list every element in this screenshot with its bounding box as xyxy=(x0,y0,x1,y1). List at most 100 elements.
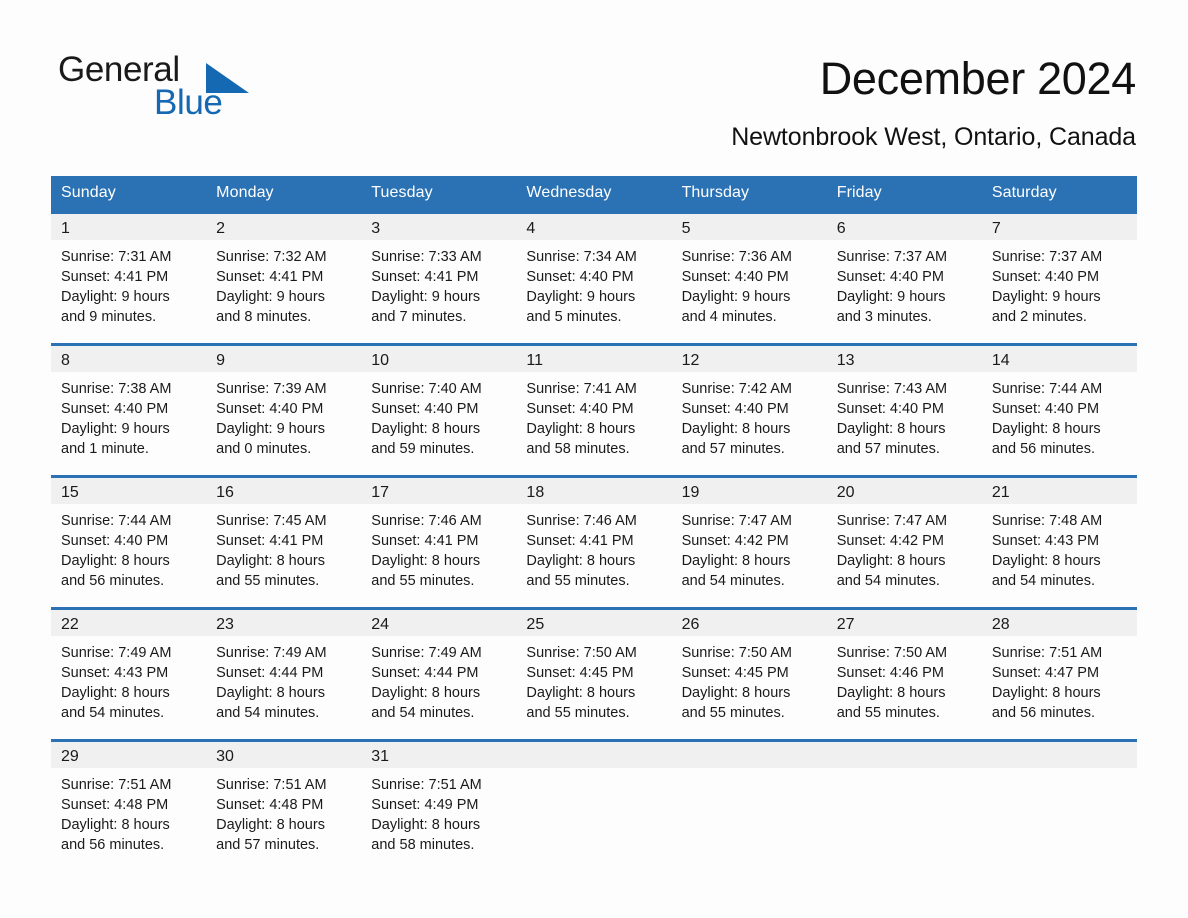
column-header-tuesday: Tuesday xyxy=(361,176,517,213)
day-cell[interactable]: 21 Sunrise: 7:48 AM Sunset: 4:43 PM Dayl… xyxy=(981,475,1137,609)
sunrise-text: Sunrise: 7:46 AM xyxy=(526,513,637,529)
daylight-text-line2: and 54 minutes. xyxy=(61,705,165,721)
column-header-sunday: Sunday xyxy=(51,176,207,213)
day-cell[interactable]: 19 Sunrise: 7:47 AM Sunset: 4:42 PM Dayl… xyxy=(671,475,827,609)
daylight-text-line1: Daylight: 9 hours xyxy=(216,289,325,305)
sunrise-text: Sunrise: 7:47 AM xyxy=(681,513,792,529)
day-number: 7 xyxy=(981,214,1137,240)
daylight-text-line2: and 1 minute. xyxy=(61,441,149,457)
day-cell[interactable]: 10 Sunrise: 7:40 AM Sunset: 4:40 PM Dayl… xyxy=(361,343,517,477)
day-details: Sunrise: 7:48 AM Sunset: 4:43 PM Dayligh… xyxy=(982,504,1137,591)
sunset-text: Sunset: 4:42 PM xyxy=(681,533,789,549)
logo-text-blue: Blue xyxy=(154,83,223,122)
day-cell[interactable]: 27 Sunrise: 7:50 AM Sunset: 4:46 PM Dayl… xyxy=(826,607,982,741)
day-cell[interactable]: 24 Sunrise: 7:49 AM Sunset: 4:44 PM Dayl… xyxy=(361,607,517,741)
day-details: Sunrise: 7:41 AM Sunset: 4:40 PM Dayligh… xyxy=(516,372,671,459)
day-cell[interactable]: 31 Sunrise: 7:51 AM Sunset: 4:49 PM Dayl… xyxy=(361,739,517,873)
daylight-text-line1: Daylight: 8 hours xyxy=(61,817,170,833)
page-subtitle: Newtonbrook West, Ontario, Canada xyxy=(731,123,1136,151)
day-cell[interactable]: 8 Sunrise: 7:38 AM Sunset: 4:40 PM Dayli… xyxy=(51,343,207,477)
sunrise-text: Sunrise: 7:40 AM xyxy=(371,381,482,397)
sunset-text: Sunset: 4:48 PM xyxy=(61,797,169,813)
day-cell[interactable]: 13 Sunrise: 7:43 AM Sunset: 4:40 PM Dayl… xyxy=(826,343,982,477)
day-cell-empty xyxy=(516,739,672,873)
sunset-text: Sunset: 4:40 PM xyxy=(991,269,1100,285)
day-details: Sunrise: 7:50 AM Sunset: 4:46 PM Dayligh… xyxy=(827,636,982,723)
day-cell[interactable]: 4 Sunrise: 7:34 AM Sunset: 4:40 PM Dayli… xyxy=(516,211,672,345)
day-details: Sunrise: 7:50 AM Sunset: 4:45 PM Dayligh… xyxy=(516,636,671,723)
daylight-text-line2: and 7 minutes. xyxy=(371,309,467,325)
day-cell[interactable]: 17 Sunrise: 7:46 AM Sunset: 4:41 PM Dayl… xyxy=(361,475,517,609)
day-cell[interactable]: 16 Sunrise: 7:45 AM Sunset: 4:41 PM Dayl… xyxy=(206,475,362,609)
general-blue-logo[interactable]: General Blue xyxy=(58,50,249,124)
day-number: 4 xyxy=(516,214,672,240)
sunrise-text: Sunrise: 7:41 AM xyxy=(526,381,637,397)
daylight-text-line2: and 55 minutes. xyxy=(526,705,630,721)
day-details: Sunrise: 7:51 AM Sunset: 4:48 PM Dayligh… xyxy=(51,768,206,855)
sunrise-text: Sunrise: 7:44 AM xyxy=(61,513,172,529)
sunset-text: Sunset: 4:40 PM xyxy=(526,269,634,285)
day-cell[interactable]: 18 Sunrise: 7:46 AM Sunset: 4:41 PM Dayl… xyxy=(516,475,672,609)
day-number: 8 xyxy=(51,346,207,372)
sunrise-text: Sunrise: 7:44 AM xyxy=(991,381,1103,397)
day-cell[interactable]: 2 Sunrise: 7:32 AM Sunset: 4:41 PM Dayli… xyxy=(206,211,362,345)
sunrise-text: Sunrise: 7:48 AM xyxy=(991,513,1103,529)
calendar-body: 1 Sunrise: 7:31 AM Sunset: 4:41 PM Dayli… xyxy=(51,211,1137,873)
day-cell[interactable]: 30 Sunrise: 7:51 AM Sunset: 4:48 PM Dayl… xyxy=(206,739,362,873)
day-cell[interactable]: 15 Sunrise: 7:44 AM Sunset: 4:40 PM Dayl… xyxy=(51,475,207,609)
daylight-text-line1: Daylight: 8 hours xyxy=(681,685,791,701)
day-number: 11 xyxy=(516,346,672,372)
day-details: Sunrise: 7:46 AM Sunset: 4:41 PM Dayligh… xyxy=(516,504,671,591)
day-cell[interactable]: 5 Sunrise: 7:36 AM Sunset: 4:40 PM Dayli… xyxy=(671,211,827,345)
daylight-text-line1: Daylight: 8 hours xyxy=(371,817,481,833)
week-row: 8 Sunrise: 7:38 AM Sunset: 4:40 PM Dayli… xyxy=(51,343,1137,477)
sunrise-text: Sunrise: 7:33 AM xyxy=(371,249,482,265)
sunrise-text: Sunrise: 7:49 AM xyxy=(61,645,172,661)
sunrise-text: Sunrise: 7:47 AM xyxy=(836,513,948,529)
day-cell[interactable]: 14 Sunrise: 7:44 AM Sunset: 4:40 PM Dayl… xyxy=(981,343,1137,477)
day-cell[interactable]: 6 Sunrise: 7:37 AM Sunset: 4:40 PM Dayli… xyxy=(826,211,982,345)
day-cell[interactable]: 11 Sunrise: 7:41 AM Sunset: 4:40 PM Dayl… xyxy=(516,343,672,477)
day-number xyxy=(671,742,827,768)
day-details: Sunrise: 7:43 AM Sunset: 4:40 PM Dayligh… xyxy=(827,372,982,459)
daylight-text-line2: and 54 minutes. xyxy=(371,705,475,721)
day-cell[interactable]: 25 Sunrise: 7:50 AM Sunset: 4:45 PM Dayl… xyxy=(516,607,672,741)
page-title: December 2024 xyxy=(819,53,1137,104)
daylight-text-line1: Daylight: 8 hours xyxy=(991,553,1101,569)
day-cell[interactable]: 20 Sunrise: 7:47 AM Sunset: 4:42 PM Dayl… xyxy=(826,475,982,609)
daylight-text-line1: Daylight: 8 hours xyxy=(526,421,636,437)
day-cell[interactable]: 3 Sunrise: 7:33 AM Sunset: 4:41 PM Dayli… xyxy=(361,211,517,345)
day-cell[interactable]: 7 Sunrise: 7:37 AM Sunset: 4:40 PM Dayli… xyxy=(981,211,1137,345)
daylight-text-line1: Daylight: 8 hours xyxy=(991,685,1101,701)
day-cell[interactable]: 29 Sunrise: 7:51 AM Sunset: 4:48 PM Dayl… xyxy=(51,739,207,873)
sunset-text: Sunset: 4:40 PM xyxy=(61,401,169,417)
daylight-text-line2: and 55 minutes. xyxy=(216,573,320,589)
sunrise-text: Sunrise: 7:49 AM xyxy=(371,645,482,661)
day-cell[interactable]: 12 Sunrise: 7:42 AM Sunset: 4:40 PM Dayl… xyxy=(671,343,827,477)
day-cell[interactable]: 23 Sunrise: 7:49 AM Sunset: 4:44 PM Dayl… xyxy=(206,607,362,741)
day-cell[interactable]: 28 Sunrise: 7:51 AM Sunset: 4:47 PM Dayl… xyxy=(981,607,1137,741)
day-cell[interactable]: 26 Sunrise: 7:50 AM Sunset: 4:45 PM Dayl… xyxy=(671,607,827,741)
day-details: Sunrise: 7:34 AM Sunset: 4:40 PM Dayligh… xyxy=(516,240,671,327)
day-details: Sunrise: 7:36 AM Sunset: 4:40 PM Dayligh… xyxy=(672,240,827,327)
daylight-text-line1: Daylight: 8 hours xyxy=(836,421,946,437)
sunrise-text: Sunrise: 7:50 AM xyxy=(681,645,792,661)
sunrise-text: Sunrise: 7:49 AM xyxy=(216,645,327,661)
day-cell[interactable]: 9 Sunrise: 7:39 AM Sunset: 4:40 PM Dayli… xyxy=(206,343,362,477)
day-details: Sunrise: 7:44 AM Sunset: 4:40 PM Dayligh… xyxy=(51,504,206,591)
column-header-thursday: Thursday xyxy=(671,176,827,213)
day-cell[interactable]: 22 Sunrise: 7:49 AM Sunset: 4:43 PM Dayl… xyxy=(51,607,207,741)
daylight-text-line2: and 9 minutes. xyxy=(61,309,157,325)
daylight-text-line1: Daylight: 9 hours xyxy=(681,289,791,305)
sunset-text: Sunset: 4:40 PM xyxy=(991,401,1100,417)
sunset-text: Sunset: 4:44 PM xyxy=(216,665,324,681)
daylight-text-line2: and 55 minutes. xyxy=(526,573,630,589)
day-details: Sunrise: 7:42 AM Sunset: 4:40 PM Dayligh… xyxy=(672,372,827,459)
sunset-text: Sunset: 4:43 PM xyxy=(61,665,169,681)
day-details: Sunrise: 7:37 AM Sunset: 4:40 PM Dayligh… xyxy=(827,240,982,327)
daylight-text-line1: Daylight: 8 hours xyxy=(991,421,1101,437)
daylight-text-line2: and 54 minutes. xyxy=(216,705,320,721)
day-cell[interactable]: 1 Sunrise: 7:31 AM Sunset: 4:41 PM Dayli… xyxy=(51,211,207,345)
day-details: Sunrise: 7:47 AM Sunset: 4:42 PM Dayligh… xyxy=(827,504,982,591)
sunset-text: Sunset: 4:46 PM xyxy=(836,665,944,681)
